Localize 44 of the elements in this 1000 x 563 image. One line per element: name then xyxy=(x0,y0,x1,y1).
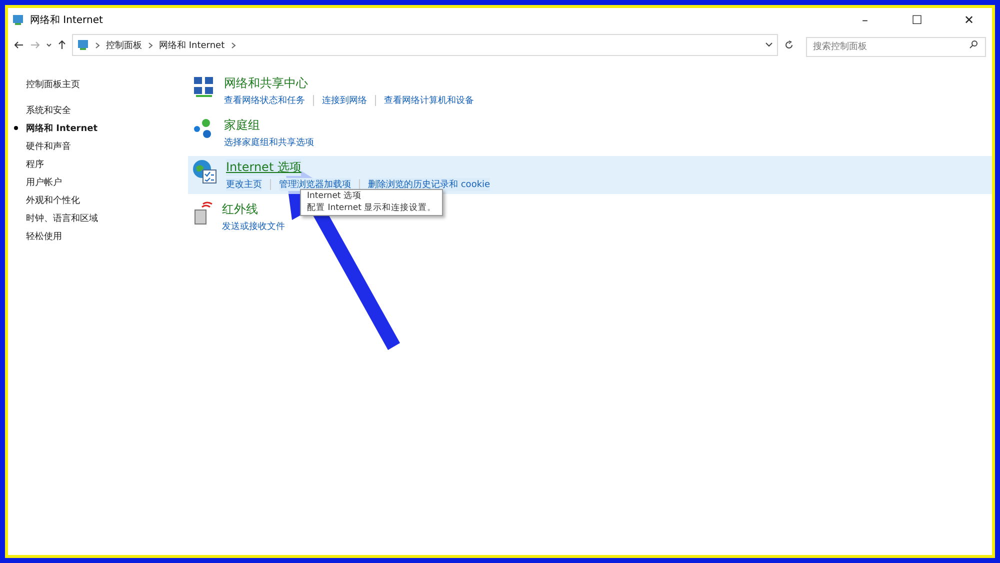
sidebar-item[interactable]: 外观和个性化 xyxy=(26,194,80,207)
sidebar-item[interactable]: 轻松使用 xyxy=(26,230,62,243)
search-field[interactable]: 搜索控制面板 xyxy=(806,36,986,56)
caret-icon[interactable] xyxy=(46,43,52,47)
sidebar-item[interactable]: 用户帐户 xyxy=(26,176,62,189)
minimize-button[interactable]: – xyxy=(842,8,888,32)
up-arrow-icon[interactable] xyxy=(58,40,66,50)
bullet-icon xyxy=(14,126,18,130)
category-title-link[interactable]: 家庭组 xyxy=(224,117,260,134)
chevron-icon xyxy=(95,42,100,48)
chevron-icon xyxy=(230,42,236,48)
address-bar[interactable]: 控制面板 网络和 Internet xyxy=(72,34,778,56)
sidebar-item[interactable]: 网络和 Internet xyxy=(26,122,98,135)
window-title: 网络和 Internet xyxy=(30,14,104,27)
sidebar-item[interactable]: 硬件和声音 xyxy=(26,140,71,153)
dropdown-icon[interactable] xyxy=(765,42,773,48)
task-link[interactable]: 删除浏览的历史记录和 cookie xyxy=(368,178,490,191)
globe-checklist-icon xyxy=(192,159,218,185)
task-link[interactable]: 连接到网络 xyxy=(322,94,367,107)
close-button[interactable]: ✕ xyxy=(946,8,992,32)
search-icon[interactable] xyxy=(969,40,978,48)
tooltip-title: Internet 选项 xyxy=(307,191,362,202)
refresh-icon[interactable] xyxy=(784,40,794,50)
breadcrumb[interactable]: 网络和 Internet xyxy=(159,38,225,52)
task-link[interactable]: 选择家庭组和共享选项 xyxy=(224,136,314,149)
infrared-device-icon xyxy=(192,201,214,225)
category-title-link[interactable]: 网络和共享中心 xyxy=(224,75,308,92)
sidebar-home-link[interactable]: 控制面板主页 xyxy=(26,78,80,91)
breadcrumb[interactable]: 控制面板 xyxy=(106,38,142,52)
sidebar-item[interactable]: 程序 xyxy=(26,158,44,171)
maximize-button[interactable]: ☐ xyxy=(894,8,940,32)
chevron-icon xyxy=(148,42,153,48)
task-link[interactable]: 更改主页 xyxy=(226,178,262,191)
category-title-link[interactable]: Internet 选项 xyxy=(226,159,302,176)
sidebar-item[interactable]: 时钟、语言和区域 xyxy=(26,212,98,225)
control-panel-icon xyxy=(77,39,89,51)
task-link[interactable]: 查看网络状态和任务 xyxy=(224,94,305,107)
sidebar-item[interactable]: 系统和安全 xyxy=(26,104,71,117)
tooltip-text: 配置 Internet 显示和连接设置。 xyxy=(307,203,436,214)
control-panel-icon xyxy=(12,14,24,26)
task-link[interactable]: 查看网络计算机和设备 xyxy=(384,94,474,107)
task-link[interactable]: 发送或接收文件 xyxy=(222,220,285,233)
back-arrow-icon[interactable] xyxy=(14,41,24,49)
network-computers-icon xyxy=(192,75,216,99)
